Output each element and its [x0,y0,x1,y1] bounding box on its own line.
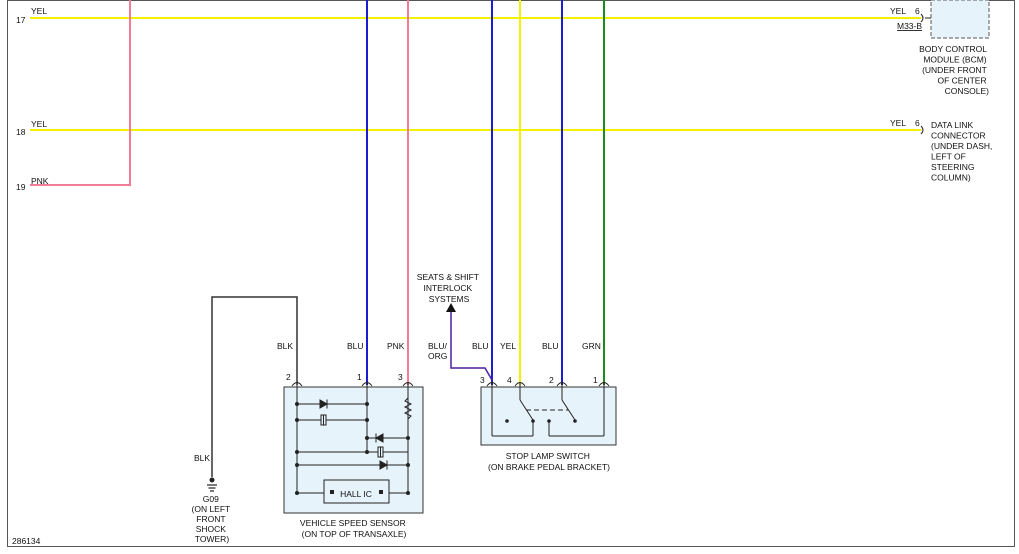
hall-ic-pin [379,490,383,494]
vss-label: VEHICLE SPEED SENSOR (ON TOP OF TRANSAXL… [300,518,408,539]
bcm-connector-icon [920,13,931,23]
vss-pin-3-num: 3 [398,372,403,382]
sls-pin-2-wire: BLU [542,341,559,351]
sls-pin-4-num: 4 [507,375,512,385]
sls-extra-wire-label: BLU/ ORG [428,341,449,361]
seats-interlock-label: SEATS & SHIFT INTERLOCK SYSTEMS [417,272,481,304]
wire-19-num: 19 [16,182,26,192]
bcm-connector-id: M33-B [897,21,922,31]
wire-17-num: 17 [16,15,26,25]
bcm-pin: 6 [915,6,920,16]
ground-wire-label: BLK [194,453,210,463]
bcm-label: BODY CONTROL MODULE (BCM) (UNDER FRONT O… [919,44,989,96]
dlc-label: DATA LINK CONNECTOR (UNDER DASH, LEFT OF… [931,120,995,183]
wire-19-label: PNK [31,176,49,186]
vss-pin-2-num: 2 [286,372,291,382]
hall-ic-pin [330,490,334,494]
sls-pin-3-num: 3 [480,375,485,385]
bcm-box [930,0,990,39]
sls-pin-3-wire: BLU [472,341,489,351]
vss-pin-1-num: 1 [357,372,362,382]
sls-pin-4-wire: YEL [500,341,516,351]
wire-19-pnk [30,0,131,186]
sls-pin-2-num: 2 [549,375,554,385]
ground-icon [207,477,217,492]
vss-pin-2-wire: BLK [277,341,293,351]
stop-lamp-label: STOP LAMP SWITCH (ON BRAKE PEDAL BRACKET… [488,451,610,472]
dlc-wire-label: YEL [890,118,906,128]
figure-id: 286134 [12,536,41,546]
ground-label: G09 (ON LEFT FRONT SHOCK TOWER) [192,494,233,544]
arrow-up-icon [446,303,456,312]
vss-pin-1-wire: BLU [347,341,364,351]
sls-pin-1-num: 1 [593,375,598,385]
sls-pin-1-wire: GRN [582,341,601,351]
wire-17-label: YEL [31,6,47,16]
hall-ic-label: HALL IC [340,489,372,499]
bcm-wire-label: YEL [890,6,906,16]
vss-pin-3-wire: PNK [387,341,405,351]
wire-18-label: YEL [31,119,47,129]
dlc-connector-icon [920,125,924,135]
wiring-diagram: 17 YEL 18 YEL 19 PNK YEL 6 M33-B BODY CO… [7,0,1015,547]
dlc-pin: 6 [915,118,920,128]
wire-18-num: 18 [16,127,26,137]
